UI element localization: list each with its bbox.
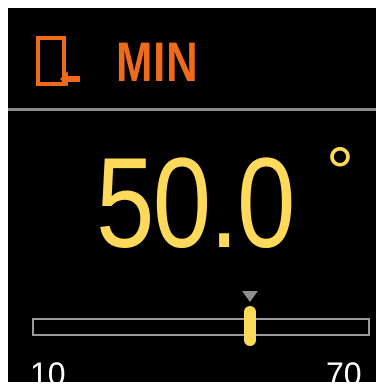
display-screen: MIN 50.0 ° 10 70 [8,8,376,382]
range-min-label: 10 [30,356,66,382]
setpoint-display: 50.0 ° [8,132,376,275]
range-max-label: 70 [326,356,362,382]
slider-track[interactable] [32,318,370,336]
mode-label: MIN [116,30,199,93]
divider [8,108,376,111]
pointer-triangle-icon [241,291,258,302]
header: MIN [8,8,376,106]
enter-min-icon [36,36,80,87]
setpoint-slider[interactable] [32,318,372,336]
degree-unit: ° [326,133,354,211]
slider-thumb[interactable] [243,306,256,346]
setpoint-value: 50.0 [96,132,295,275]
